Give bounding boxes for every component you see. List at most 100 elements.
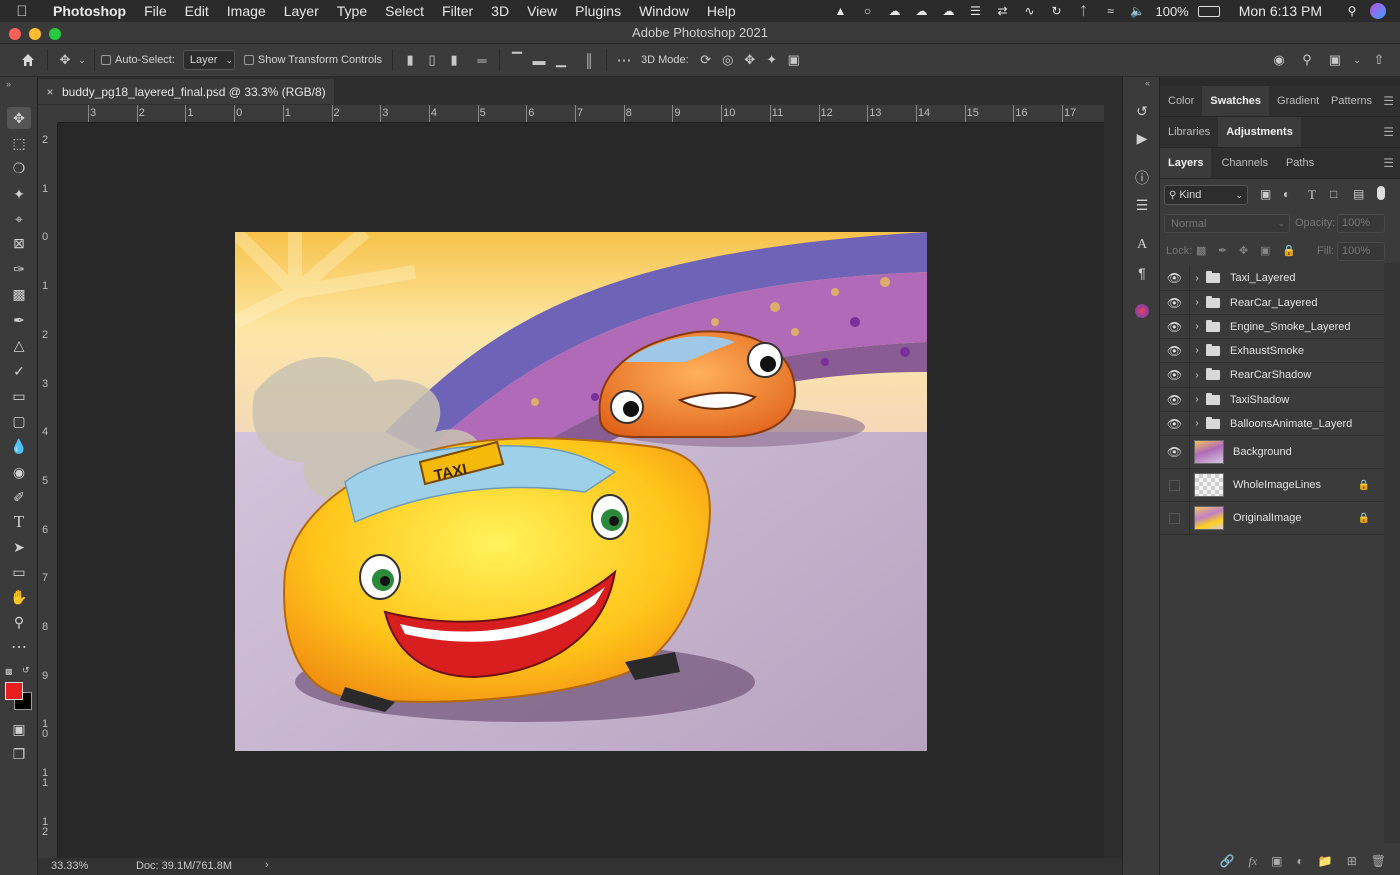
panel-menu-icon[interactable]: ☰: [1383, 86, 1400, 116]
panel-menu-icon[interactable]: ☰: [1383, 117, 1400, 147]
properties-icon[interactable]: ☰: [1132, 195, 1152, 215]
clock[interactable]: Mon 6:13 PM: [1239, 3, 1322, 19]
screen-mode-icon[interactable]: ❐: [7, 743, 31, 765]
tab-paths[interactable]: Paths: [1278, 148, 1322, 178]
history-icon[interactable]: ↺: [1132, 101, 1152, 121]
lock-artboard-icon[interactable]: ▣: [1260, 244, 1270, 257]
canvas-area[interactable]: TAXI: [58, 123, 1104, 858]
dodge-icon[interactable]: ◉: [7, 461, 31, 483]
filter-smart-object-icon[interactable]: ▤: [1353, 187, 1364, 201]
pan-3d-icon[interactable]: ✥: [739, 48, 761, 72]
actions-play-icon[interactable]: ▶: [1132, 128, 1152, 148]
lock-all-icon[interactable]: 🔒: [1282, 244, 1296, 257]
visibility-eye-icon[interactable]: 👁: [1160, 412, 1190, 435]
more-options-icon[interactable]: ⋯: [613, 48, 635, 72]
status-menu-arrow-icon[interactable]: ›: [265, 859, 269, 871]
layer-filter-dropdown[interactable]: ⚲ Kind ⌄: [1164, 185, 1248, 205]
tab-channels[interactable]: Channels: [1211, 148, 1277, 178]
marquee-icon[interactable]: ⬚: [7, 132, 31, 154]
panel-menu-icon[interactable]: ☰: [1383, 148, 1400, 178]
add-mask-icon[interactable]: ▣: [1271, 854, 1282, 868]
auto-select-checkbox[interactable]: Auto-Select:: [101, 54, 175, 66]
layers-scrollbar[interactable]: [1384, 263, 1400, 843]
foreground-color-swatch[interactable]: [5, 682, 23, 700]
filter-adjustment-icon[interactable]: ◐: [1283, 187, 1290, 201]
time-machine-icon[interactable]: ↻: [1047, 4, 1065, 18]
chevron-down-icon[interactable]: ⌄: [76, 48, 88, 72]
align-right-icon[interactable]: ▮: [443, 48, 465, 72]
type-icon[interactable]: T: [7, 511, 31, 533]
align-center-h-icon[interactable]: ▯: [421, 48, 443, 72]
layer-row[interactable]: WholeImageLines 🔒: [1160, 469, 1384, 502]
opacity-field[interactable]: 100%: [1337, 214, 1385, 233]
paragraph-icon[interactable]: ¶: [1132, 263, 1152, 283]
align-middle-v-icon[interactable]: ▬: [528, 48, 550, 72]
zoom-window-button[interactable]: [49, 28, 61, 40]
show-transform-checkbox[interactable]: Show Transform Controls: [243, 54, 382, 66]
menu-3d[interactable]: 3D: [482, 3, 518, 19]
scale-3d-icon[interactable]: ▣: [783, 48, 805, 72]
expand-group-icon[interactable]: ›: [1190, 418, 1204, 429]
menu-file[interactable]: File: [135, 3, 176, 19]
visibility-eye-icon[interactable]: 👁: [1160, 266, 1190, 290]
eraser-icon[interactable]: ▭: [7, 385, 31, 407]
roll-3d-icon[interactable]: ◎: [717, 48, 739, 72]
sync-icon[interactable]: ⇄: [993, 4, 1011, 18]
home-icon[interactable]: [15, 48, 41, 72]
collapse-panels-icon[interactable]: «: [1145, 78, 1150, 88]
visibility-eye-icon[interactable]: 👁: [1160, 436, 1190, 468]
menu-image[interactable]: Image: [218, 3, 275, 19]
stamp-icon[interactable]: △: [7, 334, 31, 356]
menu-help[interactable]: Help: [698, 3, 745, 19]
lock-image-icon[interactable]: ✒: [1218, 244, 1227, 257]
layer-row[interactable]: 👁 › Engine_Smoke_Layered: [1160, 315, 1384, 339]
layer-row[interactable]: 👁 › RearCar_Layered: [1160, 291, 1384, 315]
artwork-canvas[interactable]: TAXI: [235, 232, 927, 751]
expand-group-icon[interactable]: ›: [1190, 394, 1204, 405]
tab-adjustments[interactable]: Adjustments: [1218, 117, 1301, 147]
move-tool-preset-icon[interactable]: ✥: [54, 48, 76, 72]
cloud-icon[interactable]: ☁: [885, 4, 903, 18]
expand-group-icon[interactable]: ›: [1190, 370, 1204, 381]
lock-transparent-icon[interactable]: ▩: [1196, 244, 1206, 257]
layer-row[interactable]: 👁 › Taxi_Layered: [1160, 266, 1384, 291]
visibility-off-box[interactable]: [1160, 469, 1190, 501]
lasso-icon[interactable]: ❍: [7, 157, 31, 179]
orbit-3d-icon[interactable]: ⟳: [695, 48, 717, 72]
share-icon[interactable]: ⇧: [1368, 48, 1390, 72]
stack-icon[interactable]: ☰: [966, 4, 984, 18]
spotlight-search-icon[interactable]: ⚲: [1343, 4, 1361, 18]
expand-group-icon[interactable]: ›: [1190, 321, 1204, 332]
chevron-down-icon[interactable]: ⌄: [1352, 48, 1362, 72]
menu-app-name[interactable]: Photoshop: [44, 3, 135, 19]
volume-icon[interactable]: 🔈: [1128, 4, 1146, 18]
minimize-window-button[interactable]: [29, 28, 41, 40]
align-bottom-icon[interactable]: ▁: [550, 48, 572, 72]
swap-colors-icon[interactable]: ↺: [22, 665, 30, 676]
crop-icon[interactable]: ⌖: [7, 208, 31, 230]
menu-plugins[interactable]: Plugins: [566, 3, 630, 19]
history-brush-icon[interactable]: ✓: [7, 360, 31, 382]
menu-view[interactable]: View: [518, 3, 566, 19]
rectangle-icon[interactable]: ▭: [7, 561, 31, 583]
menu-select[interactable]: Select: [376, 3, 433, 19]
drive-icon[interactable]: ▲: [831, 4, 849, 18]
layer-row[interactable]: 👁 › BalloonsAnimate_Layerd: [1160, 412, 1384, 436]
apple-icon[interactable]: : [0, 3, 44, 20]
visibility-off-box[interactable]: [1160, 502, 1190, 534]
tab-libraries[interactable]: Libraries: [1160, 117, 1218, 147]
blend-mode-dropdown[interactable]: Normal ⌄: [1164, 214, 1290, 233]
workspace-icon[interactable]: ▣: [1324, 48, 1346, 72]
new-layer-icon[interactable]: ⊞: [1347, 854, 1357, 868]
plugin-icon[interactable]: [1132, 301, 1152, 321]
tab-gradients[interactable]: Gradient: [1269, 86, 1323, 116]
delete-layer-icon[interactable]: 🗑: [1371, 854, 1386, 868]
info-icon[interactable]: ⓘ: [1132, 168, 1152, 188]
fill-field[interactable]: 100%: [1337, 242, 1385, 261]
adjustment-layer-icon[interactable]: ◐: [1297, 854, 1304, 868]
frame-icon[interactable]: ⊠: [7, 232, 31, 254]
fx-icon[interactable]: fx: [1248, 854, 1257, 869]
layer-row[interactable]: 👁 › TaxiShadow: [1160, 388, 1384, 412]
battery-icon[interactable]: [1197, 5, 1220, 17]
menu-filter[interactable]: Filter: [433, 3, 482, 19]
